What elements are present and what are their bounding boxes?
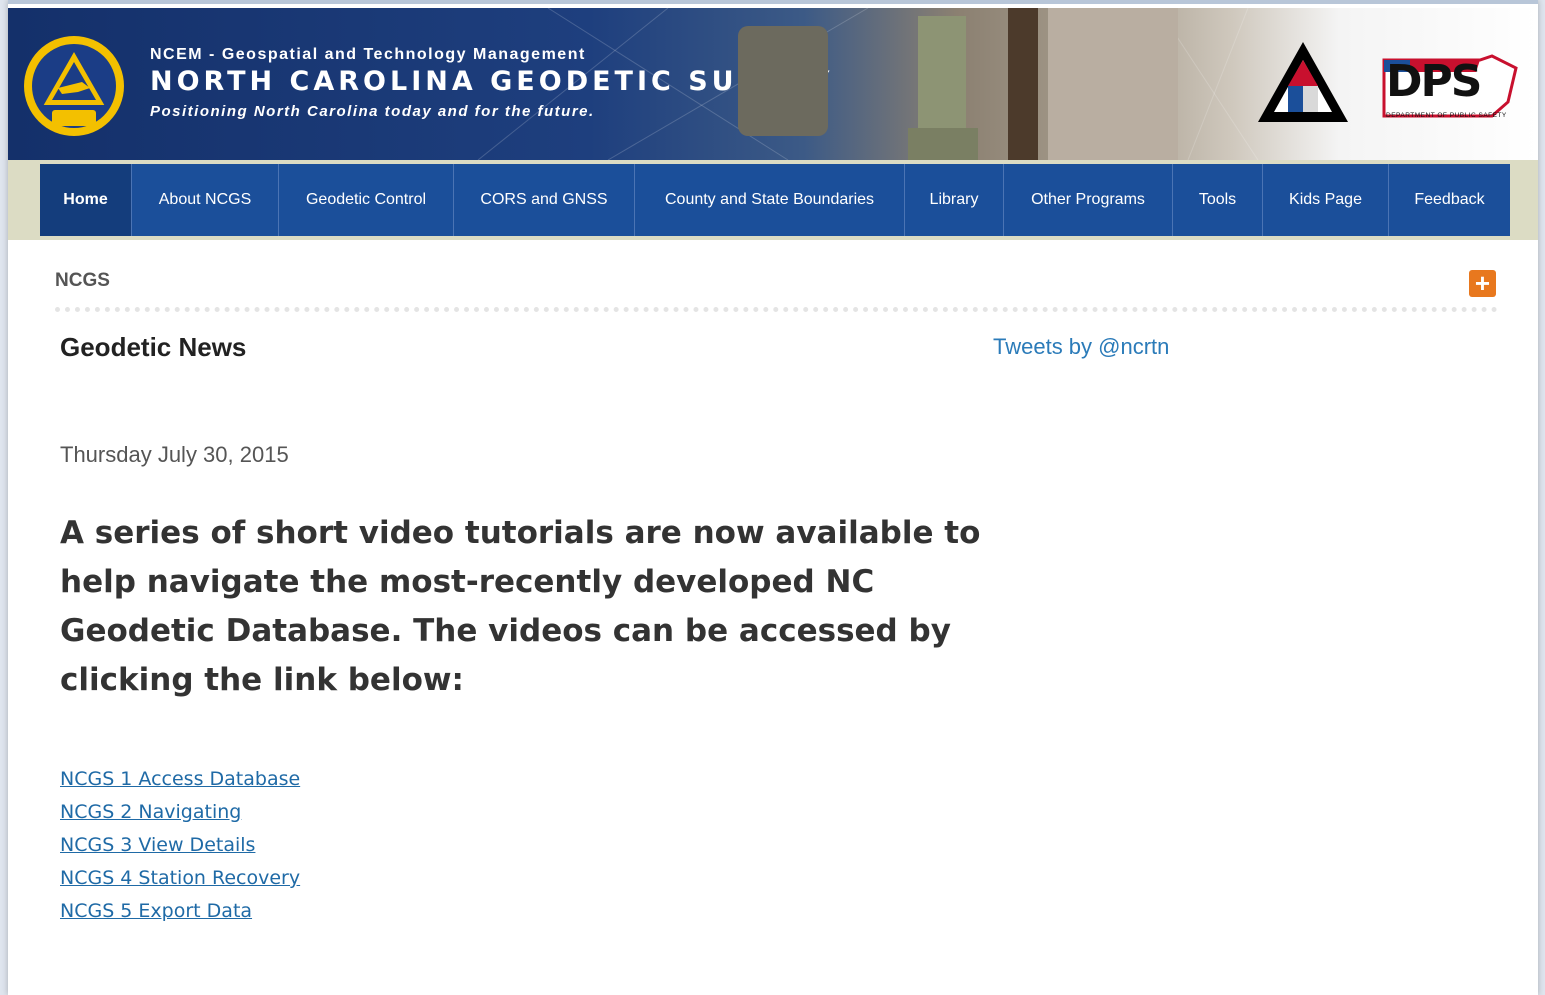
monument-stones-image xyxy=(738,8,1178,160)
header-banner: NCEM - Geospatial and Technology Managem… xyxy=(8,8,1538,160)
dps-word: DPS xyxy=(1386,56,1482,107)
plus-icon: + xyxy=(1474,268,1491,298)
main-navigation-bar: Home About NCGS Geodetic Control CORS and G… xyxy=(8,160,1538,240)
news-headline: A series of short video tutorials are no… xyxy=(60,515,981,698)
nav-item-library[interactable]: Library xyxy=(905,164,1004,236)
nav-item-county-and-state-boundaries[interactable]: County and State Boundaries xyxy=(635,164,905,236)
video-tutorial-links: NCGS 1 Access Database NCGS 2 Navigating N… xyxy=(60,764,300,929)
nav-item-home[interactable]: Home xyxy=(40,164,132,236)
expand-section-button[interactable]: + xyxy=(1469,270,1496,297)
video-link-2[interactable]: NCGS 2 Navigating xyxy=(60,797,300,830)
news-title: Geodetic News xyxy=(60,332,247,362)
section-title: NCGS xyxy=(55,270,110,291)
nav-item-cors-and-gnss[interactable]: CORS and GNSS xyxy=(454,164,635,236)
nav-item-feedback[interactable]: Feedback xyxy=(1389,164,1510,236)
dps-logo: DPS DEPARTMENT OF PUBLIC SAFETY xyxy=(1380,52,1520,128)
emergency-management-logo-icon xyxy=(1258,42,1348,122)
video-link-1[interactable]: NCGS 1 Access Database xyxy=(60,764,300,797)
dps-subtitle: DEPARTMENT OF PUBLIC SAFETY xyxy=(1386,112,1507,119)
tweets-link[interactable]: Tweets by @ncrtn xyxy=(993,334,1169,360)
video-link-5[interactable]: NCGS 5 Export Data xyxy=(60,896,300,929)
dotted-divider xyxy=(55,307,1498,312)
nav-item-kids-page[interactable]: Kids Page xyxy=(1263,164,1389,236)
news-date: Thursday July 30, 2015 xyxy=(60,442,289,467)
page: NCEM - Geospatial and Technology Managem… xyxy=(8,0,1538,995)
nav-item-other-programs[interactable]: Other Programs xyxy=(1004,164,1173,236)
video-link-4[interactable]: NCGS 4 Station Recovery xyxy=(60,863,300,896)
nav-item-geodetic-control[interactable]: Geodetic Control xyxy=(279,164,454,236)
nav-item-tools[interactable]: Tools xyxy=(1173,164,1263,236)
main-navigation: Home About NCGS Geodetic Control CORS and G… xyxy=(40,164,1510,236)
video-link-3[interactable]: NCGS 3 View Details xyxy=(60,830,300,863)
ncgs-seal-icon xyxy=(24,36,124,136)
nav-item-about-ncgs[interactable]: About NCGS xyxy=(132,164,279,236)
